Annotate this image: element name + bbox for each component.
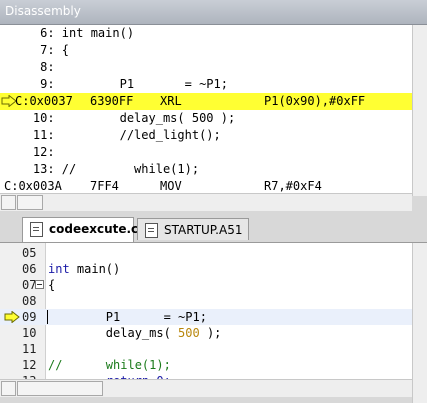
editor-line[interactable]: 05 [0,245,412,261]
source-text: 12: [4,145,55,159]
disassembly-horizontal-scrollbar[interactable] [0,193,412,211]
instruction-addr: C:0x0037 [15,94,73,108]
line-number: 05 [22,246,37,260]
code-token: delay_ms( [48,326,179,340]
line-number: 06 [22,262,37,276]
fold-collapse-icon[interactable] [35,280,44,289]
window-titlebar: Disassembly [0,0,427,25]
line-number: 08 [22,294,37,308]
source-text: 6: int main() [4,26,135,40]
editor-line[interactable]: 10 delay_ms( 500 ); [0,325,412,341]
disassembly-vertical-scrollbar[interactable] [412,25,427,196]
current-line-arrow-icon [4,310,20,324]
scroll-thumb[interactable] [17,195,43,210]
source-file-icon [145,223,158,238]
instruction-bytes: 7FF4 [90,179,119,193]
disassembly-source-row[interactable]: 10: delay_ms( 500 ); [0,110,412,127]
disassembly-source-row[interactable]: 8: [0,59,412,76]
code-token: int [48,262,70,276]
line-number: 12 [22,358,37,372]
code-token: P1 = ~P1; [48,310,207,324]
code-token: ); [199,326,222,340]
source-text: 9: P1 = ~P1; [4,77,228,91]
disassembly-source-row[interactable]: 6: int main() [0,25,412,42]
editor-line[interactable]: 11 [0,341,412,357]
tab-startup-a51[interactable]: STARTUP.A51 [137,218,249,240]
scroll-left-button[interactable] [1,195,16,210]
code-token: 500 [178,326,200,340]
editor-line[interactable]: 08 [0,293,412,309]
line-number: 10 [22,326,37,340]
code-text: // while(1); [48,357,171,373]
tab-codeexcute-c[interactable]: codeexcute.c* [22,217,144,242]
source-text: 8: [4,60,55,74]
scroll-thumb[interactable] [17,381,103,396]
editor-line[interactable]: 09 P1 = ~P1; [0,309,412,325]
instruction-mnemonic: XRL [160,94,182,108]
code-token: // while(1); [48,358,171,372]
editor-line[interactable]: 07{ [0,277,412,293]
disassembly-source-row[interactable]: 7: { [0,42,412,59]
instruction-addr: C:0x003A [4,179,62,193]
editor-tab-bar: codeexcute.c* STARTUP.A51 [0,214,427,243]
source-text: 13: // while(1); [4,162,200,176]
code-text: delay_ms( 500 ); [48,325,222,341]
tab-label: STARTUP.A51 [164,223,243,237]
source-file-icon [30,222,43,237]
disassembly-pane[interactable]: 6: int main() 7: { 8: 9: P1 = ~P1; C:0x00… [0,25,412,193]
disassembly-instruction-row[interactable]: C:0x0037 6390FF XRL P1(0x90),#0xFF [0,93,412,110]
disassembly-source-row[interactable]: 9: P1 = ~P1; [0,76,412,93]
instruction-operands: P1(0x90),#0xFF [264,94,366,108]
editor-horizontal-scrollbar[interactable] [0,379,412,397]
disassembly-source-row[interactable]: 13: // while(1); [0,161,412,178]
line-number: 11 [22,342,37,356]
editor-line[interactable]: 12 // while(1); [0,357,412,373]
disassembly-source-row[interactable]: 12: [0,144,412,161]
source-text: 11: //led_light(); [4,128,221,142]
disassembly-instruction-row[interactable]: C:0x003A 7FF4 MOV R7,#0xF4 [0,178,412,193]
instruction-bytes: 6390FF [90,94,134,108]
instruction-mnemonic: MOV [160,179,182,193]
code-text: int main() [48,261,120,277]
source-text: 7: { [4,43,70,57]
disassembly-source-row[interactable]: 11: //led_light(); [0,127,412,144]
window-title: Disassembly [5,4,81,18]
editor-vertical-scrollbar[interactable] [412,243,427,403]
tab-label: codeexcute.c* [49,222,145,236]
editor-line[interactable]: 06 int main() [0,261,412,277]
instruction-operands: R7,#0xF4 [264,179,322,193]
line-number: 09 [22,310,37,324]
code-token: { [48,278,56,292]
source-editor[interactable]: 05 06 int main() 07{08 09 P1 = ~P1; 10 delay_… [0,243,412,379]
scroll-left-button[interactable] [1,381,16,396]
code-token: main() [69,262,121,276]
source-text: 10: delay_ms( 500 ); [4,111,236,125]
code-text: P1 = ~P1; [48,309,207,325]
code-text: { [48,277,55,293]
